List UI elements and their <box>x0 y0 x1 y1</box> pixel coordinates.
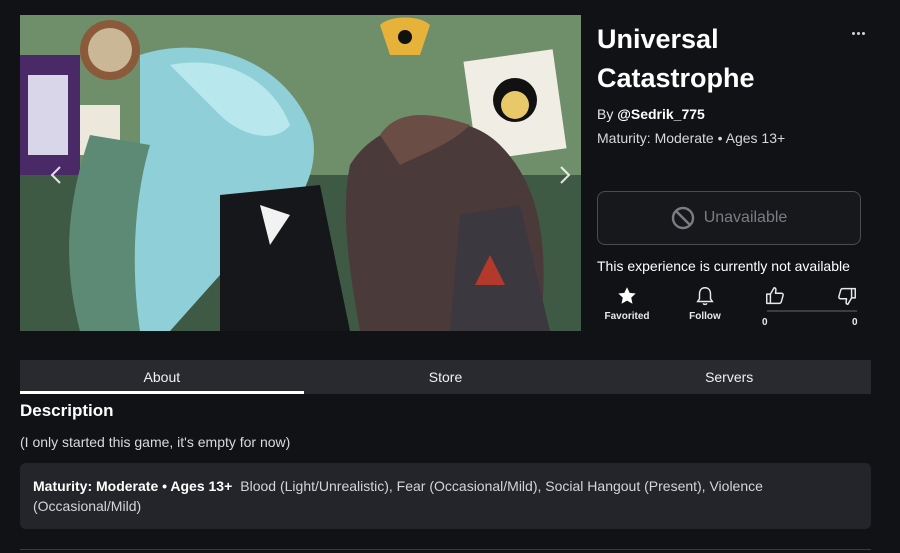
media-carousel[interactable] <box>20 15 581 331</box>
thumbs-up-icon <box>766 287 784 305</box>
vote-ratio-bar <box>767 310 857 312</box>
tab-bar: About Store Servers <box>20 360 871 394</box>
favorite-label: Favorited <box>604 311 650 322</box>
play-button-label: Unavailable <box>703 209 788 226</box>
thumbnail-image <box>20 15 581 331</box>
play-button[interactable]: Unavailable <box>597 191 861 245</box>
block-icon <box>671 206 694 230</box>
bell-icon <box>696 287 714 306</box>
maturity-details-label: Maturity: Moderate • Ages 13+ <box>33 478 233 494</box>
favorite-button[interactable]: Favorited <box>603 285 651 322</box>
description-heading: Description <box>20 401 114 420</box>
downvote-count: 0 <box>852 317 858 328</box>
follow-label: Follow <box>689 311 721 322</box>
creator-prefix: By <box>597 106 618 122</box>
divider <box>20 549 871 550</box>
thumbs-down-icon <box>838 287 856 305</box>
game-title: Universal Catastrophe <box>597 24 755 93</box>
downvote-button[interactable] <box>833 285 861 307</box>
creator-link[interactable]: @Sedrik_775 <box>617 106 705 122</box>
description-text: (I only started this game, it's empty fo… <box>20 434 291 450</box>
maturity-rating: Maturity: Moderate • Ages 13+ <box>597 130 786 146</box>
upvote-count: 0 <box>762 317 768 328</box>
chevron-left-icon[interactable] <box>46 165 66 185</box>
creator-line: By @Sedrik_775 <box>597 106 705 122</box>
chevron-right-icon[interactable] <box>555 165 575 185</box>
upvote-button[interactable] <box>761 285 789 307</box>
maturity-details-panel: Maturity: Moderate • Ages 13+ Blood (Ligh… <box>20 463 871 529</box>
game-actions: Favorited Follow 0 0 <box>597 285 863 331</box>
tab-servers[interactable]: Servers <box>587 360 871 394</box>
follow-button[interactable]: Follow <box>685 285 725 322</box>
star-icon <box>618 287 636 304</box>
status-message: This experience is currently not availab… <box>597 258 850 274</box>
more-options-icon[interactable] <box>846 26 870 40</box>
game-details-page: Universal Catastrophe By @Sedrik_775 Mat… <box>0 0 900 553</box>
tab-store[interactable]: Store <box>304 360 588 394</box>
tab-about[interactable]: About <box>20 360 304 394</box>
